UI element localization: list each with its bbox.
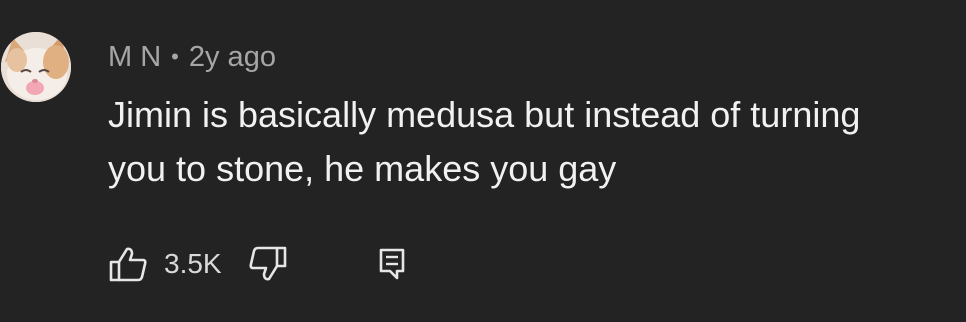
comment-reply-icon — [379, 248, 404, 280]
avatar[interactable] — [1, 32, 71, 102]
comment-age: 2y ago — [188, 40, 276, 73]
comment-card: M N • 2y ago Jimin is basically medusa b… — [0, 0, 966, 322]
thumbs-down-icon — [249, 246, 286, 281]
cat-avatar-icon — [1, 32, 71, 102]
meta-separator: • — [171, 44, 179, 69]
dislike-button[interactable] — [246, 244, 290, 284]
reply-button[interactable] — [370, 244, 414, 284]
comment-text: Jimin is basically medusa but instead of… — [108, 94, 861, 189]
author-name[interactable]: M N — [108, 41, 161, 74]
comment-actions: 3.5K — [106, 244, 414, 284]
thumbs-up-icon — [109, 247, 147, 282]
like-count: 3.5K — [164, 248, 222, 279]
comment-meta: M N • 2y ago — [108, 40, 276, 74]
like-button[interactable] — [106, 244, 150, 284]
